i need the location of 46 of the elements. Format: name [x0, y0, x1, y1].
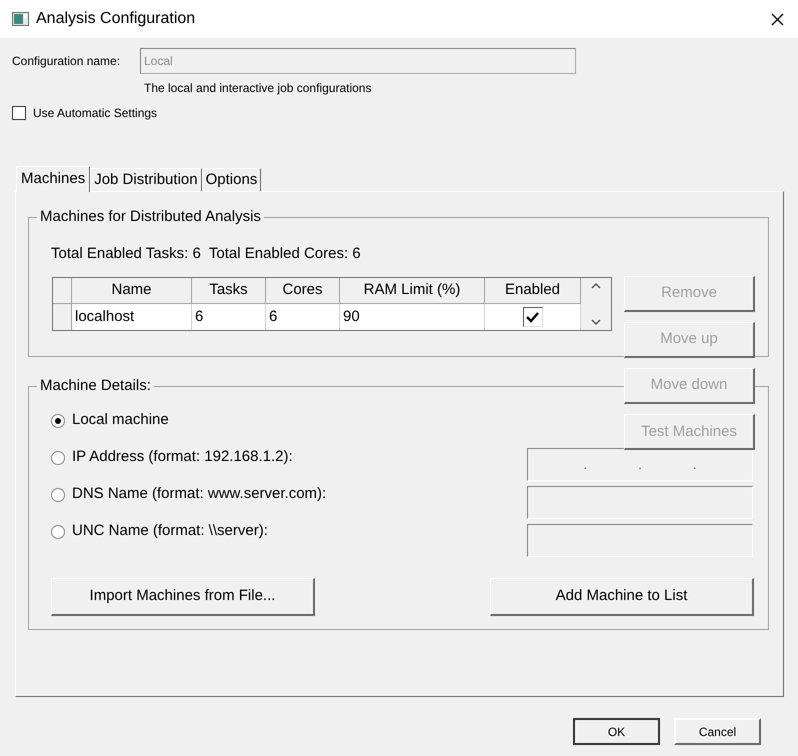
tab[interactable]: Job Distribution — [90, 168, 202, 191]
scroll-up-icon[interactable] — [591, 282, 601, 289]
close-icon[interactable] — [771, 12, 784, 26]
group-title: Machines for Distributed Analysis — [37, 208, 264, 226]
radio-button[interactable] — [51, 414, 65, 428]
window-title: Analysis Configuration — [36, 9, 196, 29]
action-button[interactable]: Add Machine to List — [490, 578, 754, 616]
text-field[interactable] — [527, 524, 753, 557]
ip-separator: . — [692, 456, 696, 474]
radio-button[interactable] — [51, 450, 65, 464]
column-header[interactable]: Tasks — [192, 278, 266, 304]
radio-label[interactable]: Local machine — [72, 409, 169, 432]
column-header[interactable]: Name — [72, 278, 192, 304]
check-icon — [526, 312, 539, 322]
ip-separator: . — [584, 456, 587, 474]
text-field[interactable] — [527, 486, 753, 519]
table-cell: 6 — [266, 304, 340, 330]
dialog-button[interactable]: OK — [573, 718, 660, 745]
scroll-down-icon[interactable] — [591, 319, 601, 326]
radio-label[interactable]: IP Address (format: 192.168.1.2): — [72, 446, 293, 469]
tab[interactable]: Machines — [16, 166, 90, 192]
row-header[interactable] — [53, 304, 72, 330]
table-cell: 90 — [340, 304, 485, 330]
field-label: Configuration name: — [12, 53, 122, 70]
enabled-checkbox[interactable] — [522, 307, 542, 327]
table-cell: localhost — [72, 304, 192, 330]
radio-label[interactable]: UNC Name (format: \\server): — [72, 520, 268, 543]
radio-button[interactable] — [51, 524, 65, 538]
radio-label[interactable]: DNS Name (format: www.server.com): — [72, 483, 326, 506]
checkbox-label[interactable]: Use Automatic Settings — [33, 104, 158, 122]
corner-header[interactable] — [53, 278, 72, 304]
totals-text: Total Enabled Tasks: 6 Total Enabled Cores: 6 — [51, 244, 361, 264]
tab[interactable]: Options — [202, 168, 262, 191]
description-text: The local and interactive job configurations — [144, 80, 372, 97]
checkbox[interactable] — [12, 106, 26, 120]
app-icon — [12, 12, 29, 26]
table-cell: 6 — [192, 304, 266, 330]
column-header[interactable]: Enabled — [485, 278, 581, 304]
dialog-button[interactable]: Cancel — [674, 718, 761, 745]
ip-address-field[interactable]: . . . — [527, 448, 753, 481]
action-button[interactable]: Import Machines from File... — [51, 578, 315, 616]
ip-separator: . — [638, 456, 642, 474]
machines-table[interactable]: Name Tasks Cores RAM Limit (%) Enabled localhost 6 6 90 — [52, 277, 612, 331]
column-header[interactable]: Cores — [266, 278, 340, 304]
column-header[interactable]: RAM Limit (%) — [340, 278, 485, 304]
radio-button[interactable] — [51, 488, 65, 502]
